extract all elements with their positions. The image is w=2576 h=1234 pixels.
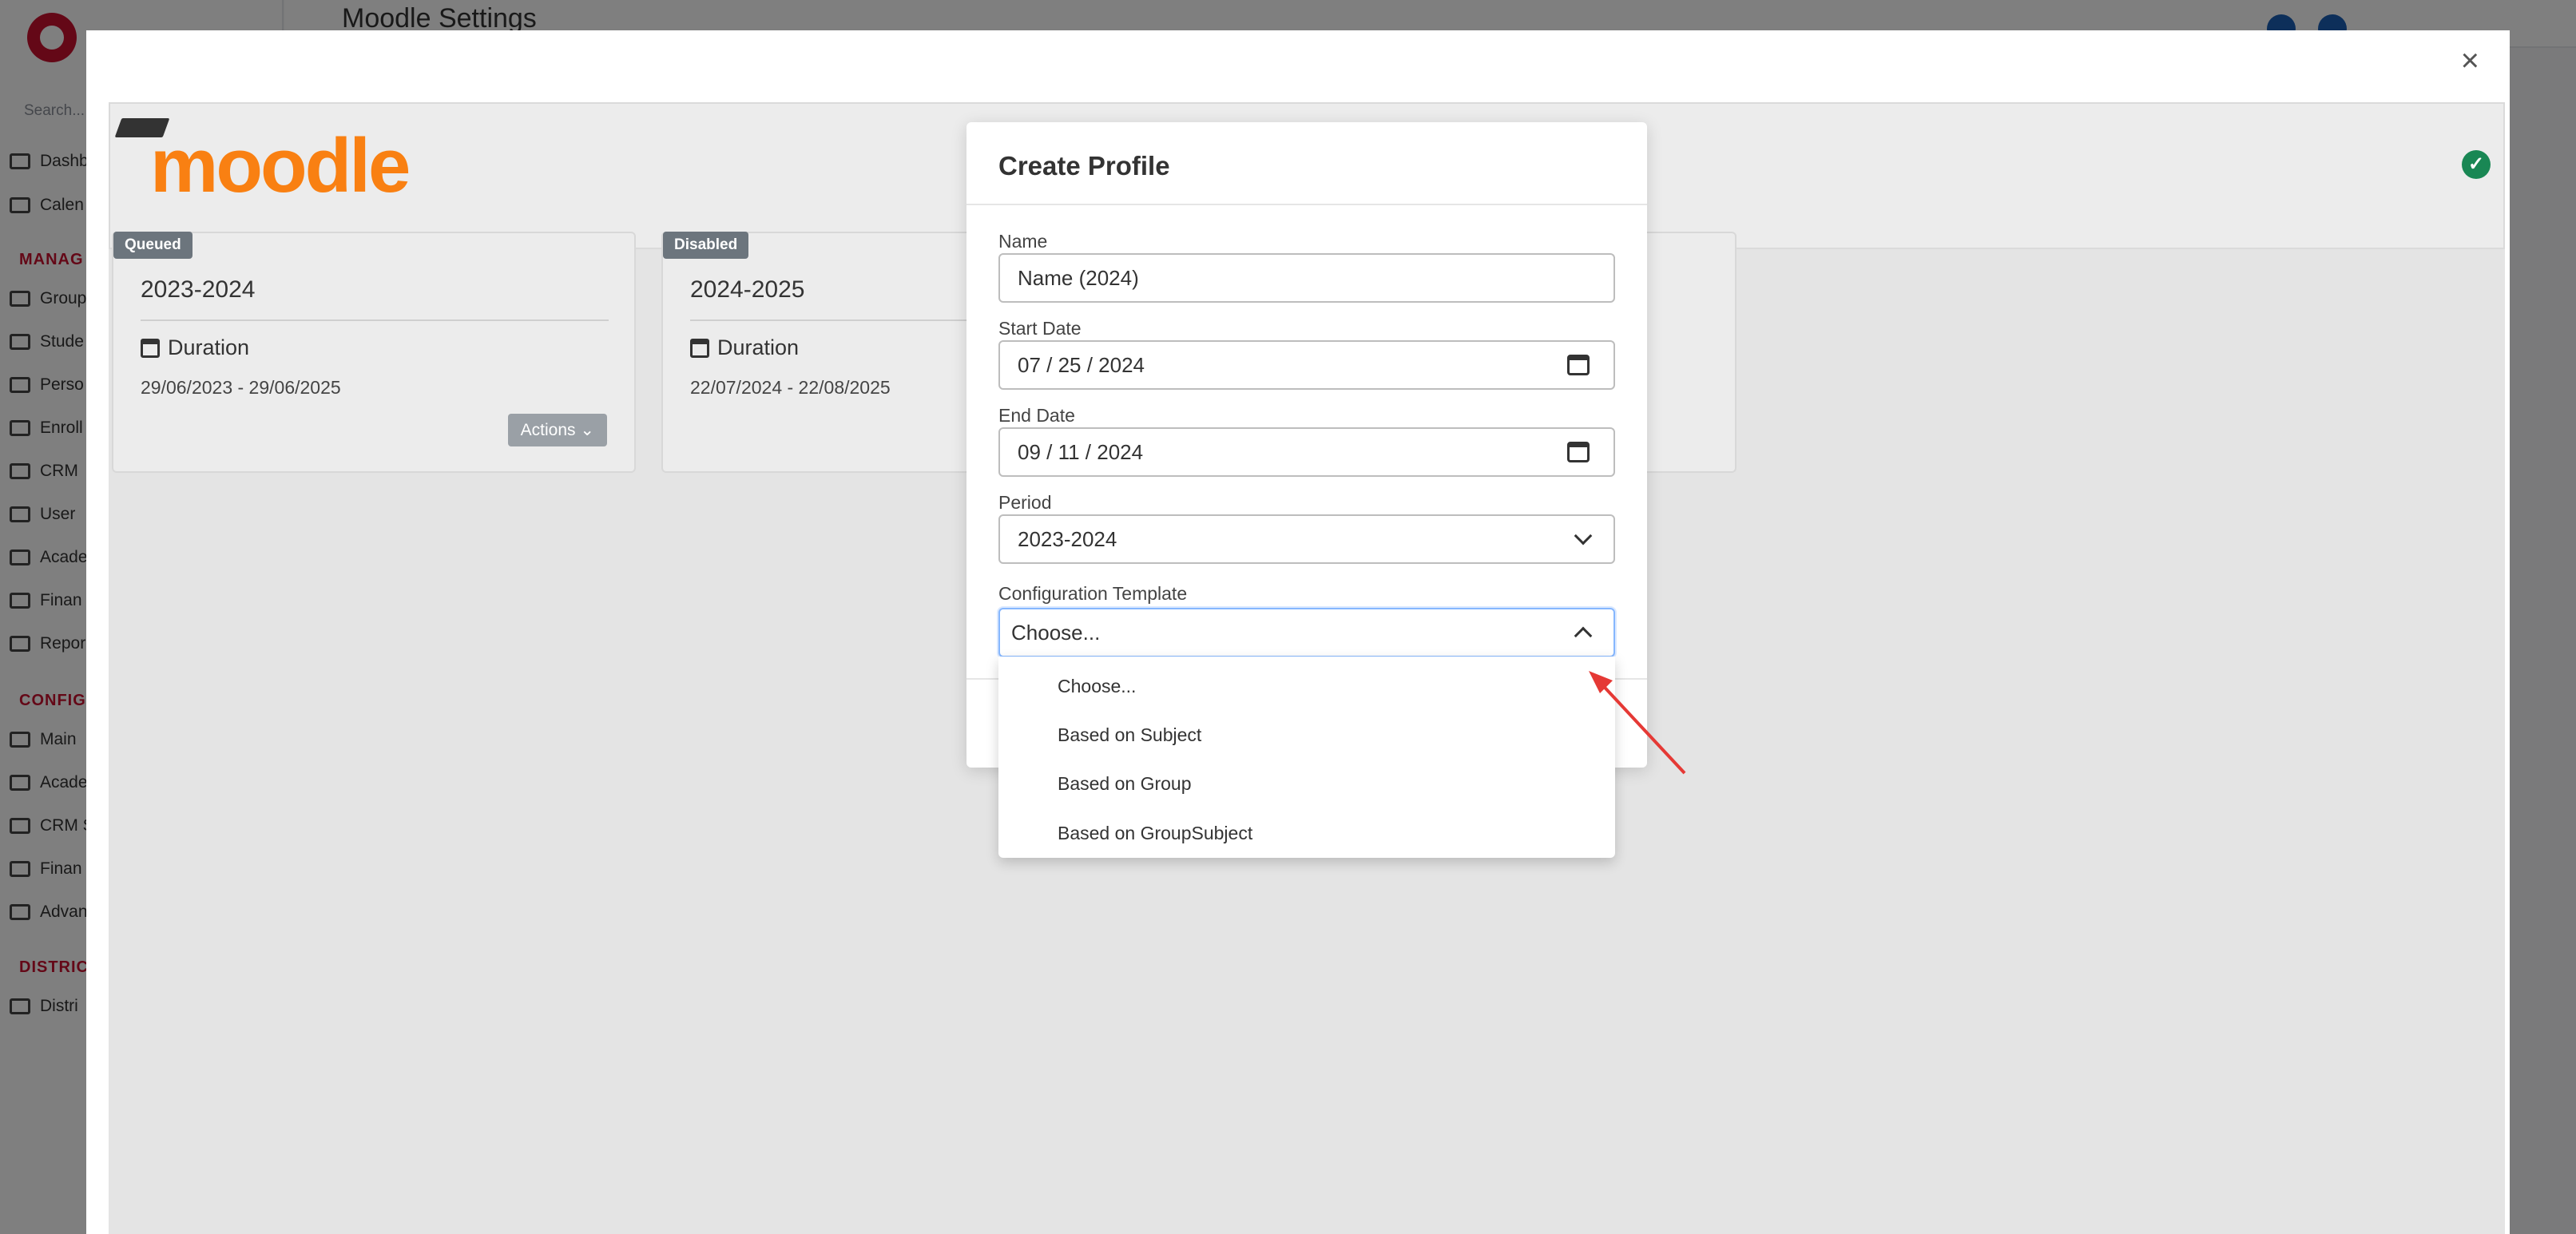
- chevron-up-icon: [1574, 626, 1593, 645]
- option-based-on-subject[interactable]: Based on Subject: [1058, 724, 1201, 746]
- status-badge: Disabled: [663, 232, 749, 259]
- template-dropdown: Choose... Based on Subject Based on Grou…: [998, 657, 1615, 858]
- chevron-down-icon: [1574, 526, 1593, 546]
- card-divider: [141, 319, 609, 321]
- close-icon[interactable]: ×: [2461, 45, 2479, 77]
- dialog-title: Create Profile: [998, 151, 1170, 181]
- calendar-icon[interactable]: [1567, 442, 1590, 462]
- card-title: 2024-2025: [690, 276, 805, 303]
- name-label: Name: [998, 231, 1048, 252]
- duration-label: Duration: [690, 335, 799, 360]
- end-date-input[interactable]: 09 / 11 / 2024: [998, 427, 1615, 477]
- annotation-arrow: [1589, 671, 1686, 775]
- chevron-down-icon: ⌄: [580, 421, 594, 439]
- option-based-on-group[interactable]: Based on Group: [1058, 773, 1192, 795]
- status-badge: Queued: [113, 232, 193, 259]
- card-dates: 22/07/2024 - 22/08/2025: [690, 377, 891, 398]
- calendar-icon: [141, 338, 160, 358]
- dialog-header: Create Profile: [966, 122, 1647, 205]
- arrow-shaft: [1595, 677, 1686, 775]
- period-select[interactable]: 2023-2024: [998, 514, 1615, 564]
- start-date-input[interactable]: 07 / 25 / 2024: [998, 340, 1615, 390]
- option-based-on-groupsubject[interactable]: Based on GroupSubject: [1058, 823, 1252, 844]
- duration-label: Duration: [141, 335, 249, 360]
- profile-card: Disabled 2024-2025 Duration 22/07/2024 -…: [661, 232, 981, 473]
- name-input[interactable]: Name (2024): [998, 253, 1615, 303]
- moodle-logo: moodle: [150, 123, 411, 208]
- template-label: Configuration Template: [998, 583, 1188, 604]
- start-date-label: Start Date: [998, 318, 1082, 339]
- card-divider: [690, 319, 979, 321]
- profile-card-partial: [1639, 232, 1737, 473]
- card-dates: 29/06/2023 - 29/06/2025: [141, 377, 341, 398]
- card-title: 2023-2024: [141, 276, 256, 303]
- end-date-label: End Date: [998, 405, 1075, 426]
- calendar-icon[interactable]: [1567, 355, 1590, 375]
- check-circle-icon: ✓: [2462, 150, 2491, 179]
- period-label: Period: [998, 492, 1052, 513]
- actions-button[interactable]: Actions ⌄: [507, 414, 607, 446]
- template-select[interactable]: Choose...: [998, 608, 1615, 657]
- profile-card: Queued 2023-2024 Duration 29/06/2023 - 2…: [112, 232, 636, 473]
- option-choose[interactable]: Choose...: [1058, 676, 1136, 697]
- calendar-icon: [690, 338, 709, 358]
